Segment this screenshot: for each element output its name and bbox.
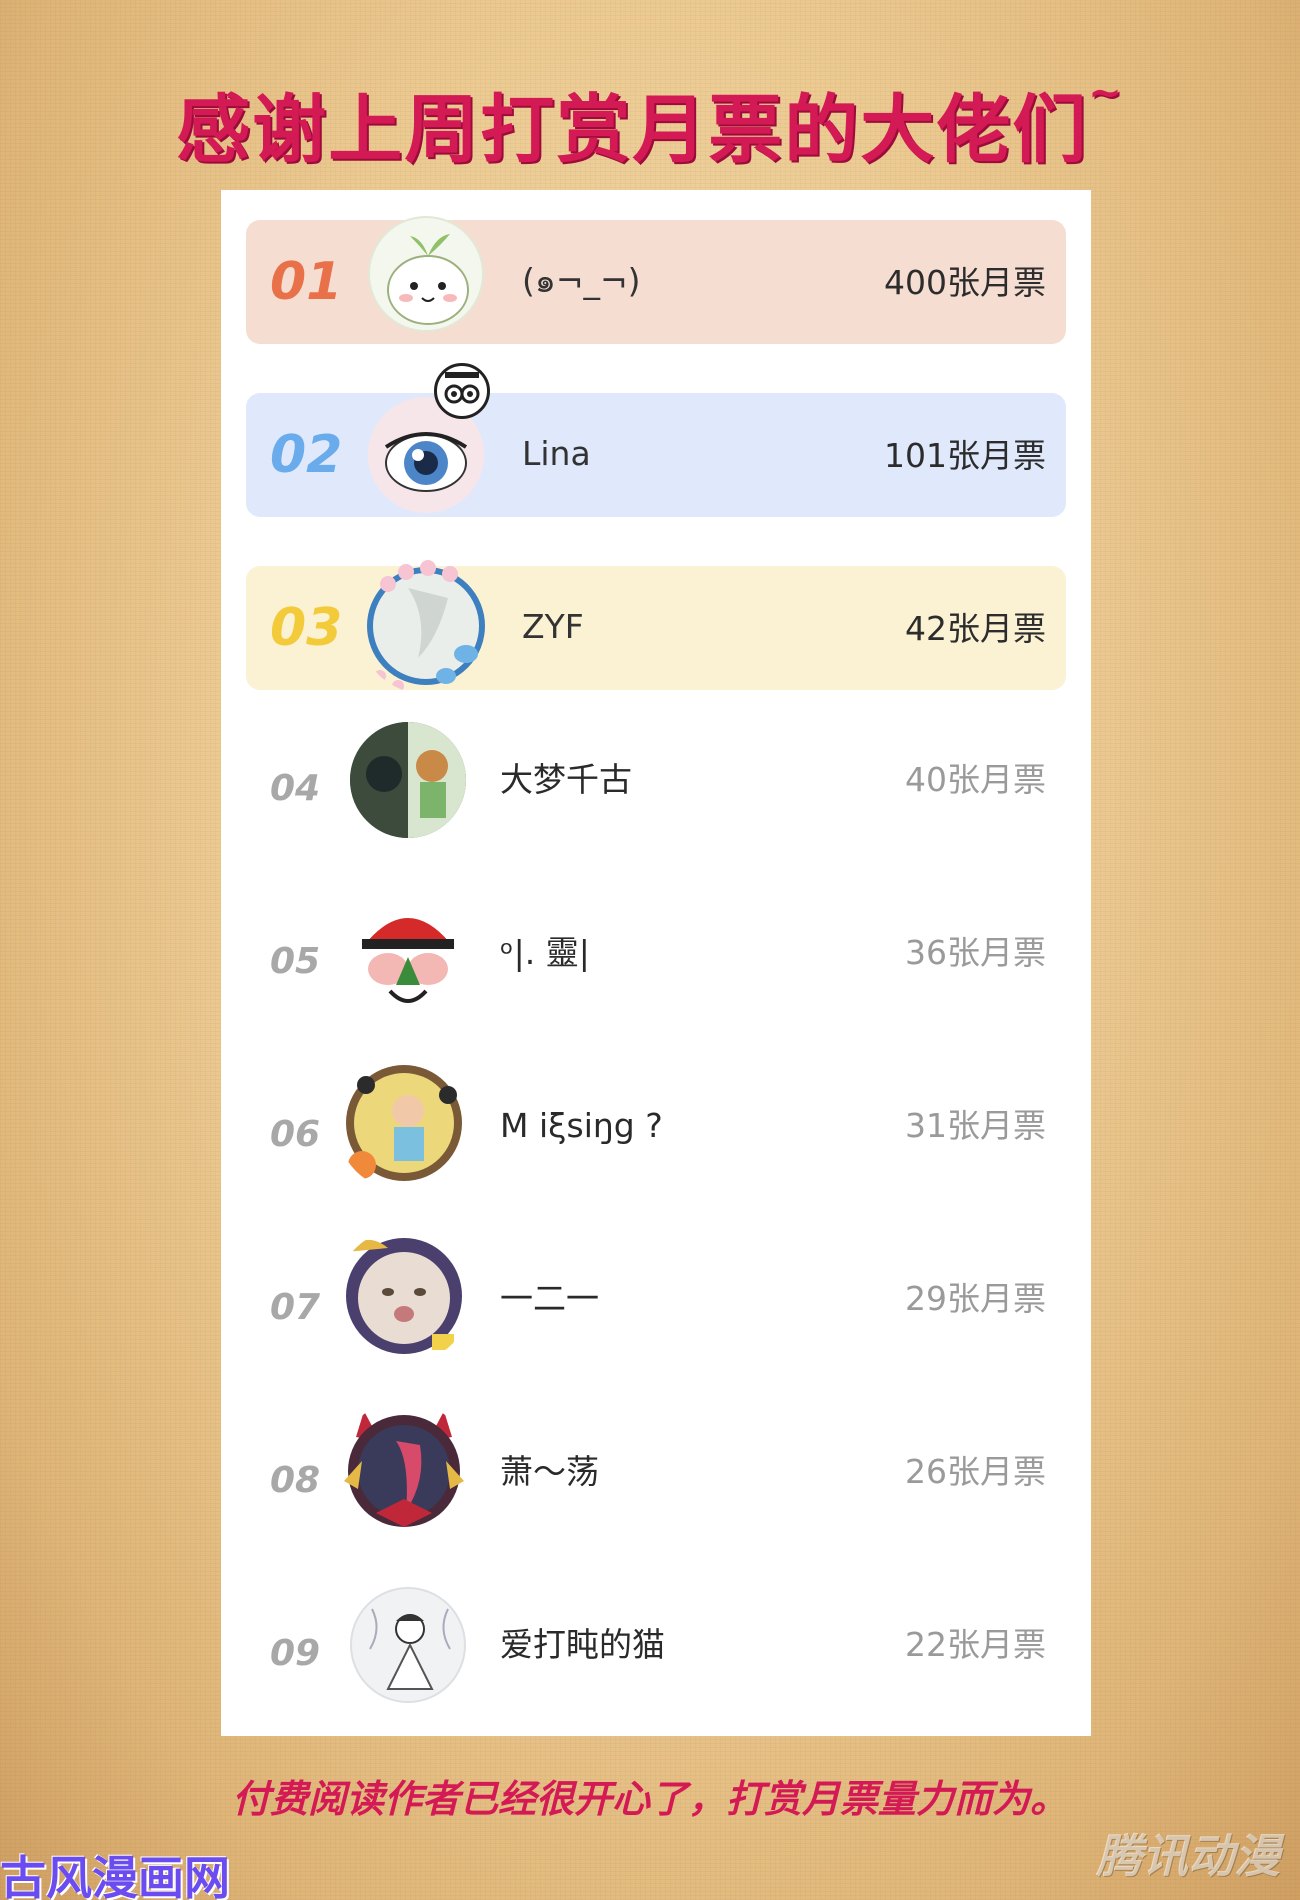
cartoon-sprout-avatar-icon [368,216,484,332]
ranking-row-3: 03 ZYF 42张月票 [246,560,1066,692]
ranking-row-4: 04 大梦千古 40张月票 [246,717,1066,841]
supporter-name: ZYF [522,607,584,646]
ranking-row-9: 09 爱打盹的猫 22张月票 [246,1582,1066,1706]
ranking-row-5: 05 ᵒ|. 靈| 36张月票 [246,890,1066,1014]
vote-count: 42张月票 [905,609,1046,648]
vote-count: 101张月票 [884,436,1046,475]
ranking-row-7: 07 一二一 29张月票 [246,1236,1066,1360]
rank-number: 04 [270,768,321,809]
watermark-right: 腾讯动漫 [1096,1829,1280,1883]
title-text: 感谢上周打赏月票的大佬们 [176,87,1089,173]
vote-count: 400张月票 [884,263,1046,302]
ranking-row-8: 08 萧～荡 26张月票 [246,1409,1066,1533]
rank-number: 07 [270,1287,321,1328]
supporter-name: M iξsiŋg ? [500,1106,663,1145]
vote-count: 36张月票 [905,933,1046,972]
floral-frame-avatar-icon [358,558,494,694]
sketch-avatar-icon [350,1587,466,1703]
rank-number: 03 [270,598,343,658]
supporter-name: (๑¬_¬) [522,261,641,300]
vote-count: 26张月票 [905,1452,1046,1491]
child-photo-avatar-icon [336,1055,472,1191]
supporter-name: Lina [522,434,591,473]
supporter-name: 大梦千古 [500,760,632,799]
footer-note: 付费阅读作者已经很开心了，打赏月票量力而为。 [231,1777,1068,1821]
rank-number: 05 [270,941,321,982]
devil-frame-avatar-icon [336,1401,472,1537]
anime-character-avatar-icon [350,722,466,838]
supporter-name: 爱打盹的猫 [500,1625,665,1664]
page-title: 感谢上周打赏月票的大佬们~ [0,70,1300,177]
title-tilde: ~ [1088,70,1124,116]
supporter-name: 萧～荡 [500,1452,599,1491]
ranking-row-2: 02 Lina 101张月票 [246,363,1066,517]
cat-photo-avatar-icon [336,1228,472,1364]
vote-count: 22张月票 [905,1625,1046,1664]
vote-count: 29张月票 [905,1279,1046,1318]
vote-count: 40张月票 [905,760,1046,799]
owl-badge-icon [434,363,490,419]
vote-count: 31张月票 [905,1106,1046,1145]
ranking-row-6: 06 M iξsiŋg ? 31张月票 [246,1063,1066,1187]
supporter-name: ᵒ|. 靈| [500,933,590,972]
rank-number: 02 [270,425,343,485]
rank-number: 08 [270,1460,321,1501]
supporter-name: 一二一 [500,1279,599,1318]
red-hat-avatar-icon [350,895,466,1011]
watermark-left: 古风漫画网 [0,1851,230,1900]
rank-number: 06 [270,1114,321,1155]
ranking-card: 01 (๑¬_¬) 400张月票 02 Lina 101张月票 03 ZYF 4… [221,190,1091,1736]
rank-number: 01 [270,252,343,312]
ranking-row-1: 01 (๑¬_¬) 400张月票 [246,216,1066,344]
rank-number: 09 [270,1633,321,1674]
